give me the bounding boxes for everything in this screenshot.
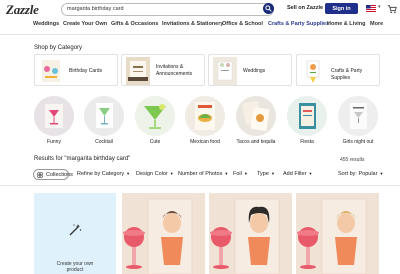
nav-more[interactable]: More: [370, 21, 383, 27]
create-your-own-label: Create your own product: [56, 261, 94, 273]
funny-thumbnail: [34, 96, 74, 136]
theme-funny[interactable]: Funny: [34, 96, 74, 145]
zazzle-logo[interactable]: Zazzle: [6, 2, 39, 18]
theme-cute[interactable]: Cute: [135, 96, 175, 145]
results-count: 455 results: [340, 157, 365, 163]
category-label: Crafts & Party Supplies: [331, 68, 363, 81]
theme-label: Tacos and tequila: [236, 139, 276, 145]
collections-icon: [37, 172, 43, 178]
fiesta-thumbnail: [287, 96, 327, 136]
chevron-down-icon: ▼: [308, 171, 313, 176]
magic-wand-icon: [69, 224, 82, 236]
sell-on-zazzle-link[interactable]: Sell on Zazzle: [287, 5, 323, 11]
category-card-invitations[interactable]: Invitations & Announcements: [121, 54, 205, 86]
collections-label: Collections: [46, 171, 73, 178]
girls-night-out-thumbnail: [338, 96, 378, 136]
category-card-birthday-cards[interactable]: Birthday Cards: [34, 54, 118, 86]
product-card[interactable]: [209, 193, 292, 274]
nav-weddings[interactable]: Weddings: [33, 21, 59, 27]
add-filter-button[interactable]: Add Filter ▼: [283, 171, 313, 177]
theme-fiesta[interactable]: Fiesta: [287, 96, 327, 145]
main-nav: Weddings Create Your Own Gifts & Occasio…: [0, 21, 400, 31]
nav-home-living[interactable]: Home & Living: [327, 21, 366, 27]
design-color-label: Design Color: [136, 171, 168, 177]
nav-crafts-party[interactable]: Crafts & Party Supplies: [268, 21, 329, 27]
product-image: [296, 193, 379, 274]
sort-label: Sort by:: [338, 171, 357, 177]
filter-bar: Collections Refine by Category ▼ Design C…: [0, 168, 400, 182]
create-your-own-tile[interactable]: Create your own product: [34, 193, 116, 274]
weddings-thumbnail: [213, 57, 237, 85]
foil-dropdown[interactable]: Foil ▼: [233, 171, 248, 177]
top-header: Zazzle margarita birthday card Sell on Z…: [0, 0, 400, 18]
product-card[interactable]: [296, 193, 379, 274]
chevron-down-icon: ▼: [270, 171, 275, 176]
mexican-food-thumbnail: [185, 96, 225, 136]
chevron-down-icon: ▼: [126, 171, 131, 176]
category-card-crafts-party[interactable]: Crafts & Party Supplies: [296, 54, 380, 86]
cute-thumbnail: [135, 96, 175, 136]
sign-in-button[interactable]: Sign in: [325, 3, 358, 14]
chevron-down-icon: ▼: [379, 171, 384, 176]
category-label: Invitations & Announcements: [156, 64, 193, 77]
search-button[interactable]: [263, 3, 274, 14]
type-dropdown[interactable]: Type ▼: [257, 171, 275, 177]
theme-label: Girls night out: [342, 139, 374, 145]
cart-icon[interactable]: [387, 4, 397, 14]
theme-label: Cute: [149, 139, 161, 145]
theme-girls-night-out[interactable]: Girls night out: [338, 96, 378, 145]
shop-by-category-heading: Shop by Category: [34, 45, 83, 51]
chevron-down-icon: ▾: [378, 4, 381, 10]
product-image: [122, 193, 205, 274]
theme-label: Cocktail: [95, 139, 113, 145]
divider: [0, 185, 400, 186]
nav-create-your-own[interactable]: Create Your Own: [63, 21, 107, 27]
foil-label: Foil: [233, 171, 242, 177]
product-card[interactable]: [122, 193, 205, 274]
sort-value: Popular: [358, 171, 378, 177]
tacos-tequila-thumbnail: [236, 96, 276, 136]
category-label: Weddings: [243, 68, 266, 74]
refine-by-category-dropdown[interactable]: Refine by Category ▼: [77, 171, 130, 177]
us-flag-icon[interactable]: [366, 5, 376, 12]
number-of-photos-dropdown[interactable]: Number of Photos ▼: [178, 171, 228, 177]
results-heading: Results for "margarita birthday card": [34, 156, 131, 162]
search-value: margarita birthday card: [67, 6, 124, 12]
theme-label: Fiesta: [300, 139, 314, 145]
theme-tacos-tequila[interactable]: Tacos and tequila: [236, 96, 276, 145]
search-input[interactable]: margarita birthday card: [61, 3, 274, 16]
theme-label: Mexican food: [190, 139, 220, 145]
cocktail-thumbnail: [84, 96, 124, 136]
category-label: Birthday Cards: [69, 68, 103, 74]
add-filter-label: Add Filter: [283, 171, 307, 177]
refine-label: Refine by Category: [77, 171, 125, 177]
theme-label: Funny: [47, 139, 61, 145]
chevron-down-icon: ▼: [243, 171, 248, 176]
collections-button[interactable]: Collections: [33, 169, 73, 180]
photos-label: Number of Photos: [178, 171, 223, 177]
sort-by-dropdown[interactable]: Sort by: Popular ▼: [338, 171, 383, 177]
nav-invitations-stationery[interactable]: Invitations & Stationery: [162, 21, 223, 27]
product-image: [209, 193, 292, 274]
divider: [0, 34, 400, 35]
type-label: Type: [257, 171, 269, 177]
birthday-cards-thumbnail: [39, 57, 63, 85]
design-color-dropdown[interactable]: Design Color ▼: [136, 171, 174, 177]
theme-mexican-food[interactable]: Mexican food: [185, 96, 225, 145]
chevron-down-icon: ▼: [169, 171, 174, 176]
invitations-thumbnail: [126, 57, 150, 85]
crafts-party-thumbnail: [301, 57, 325, 85]
chevron-down-icon: ▼: [224, 171, 229, 176]
theme-cocktail[interactable]: Cocktail: [84, 96, 124, 145]
category-card-weddings[interactable]: Weddings: [208, 54, 292, 86]
nav-office-school[interactable]: Office & School: [222, 21, 263, 27]
nav-gifts-occasions[interactable]: Gifts & Occasions: [111, 21, 158, 27]
search-icon: [265, 5, 272, 12]
